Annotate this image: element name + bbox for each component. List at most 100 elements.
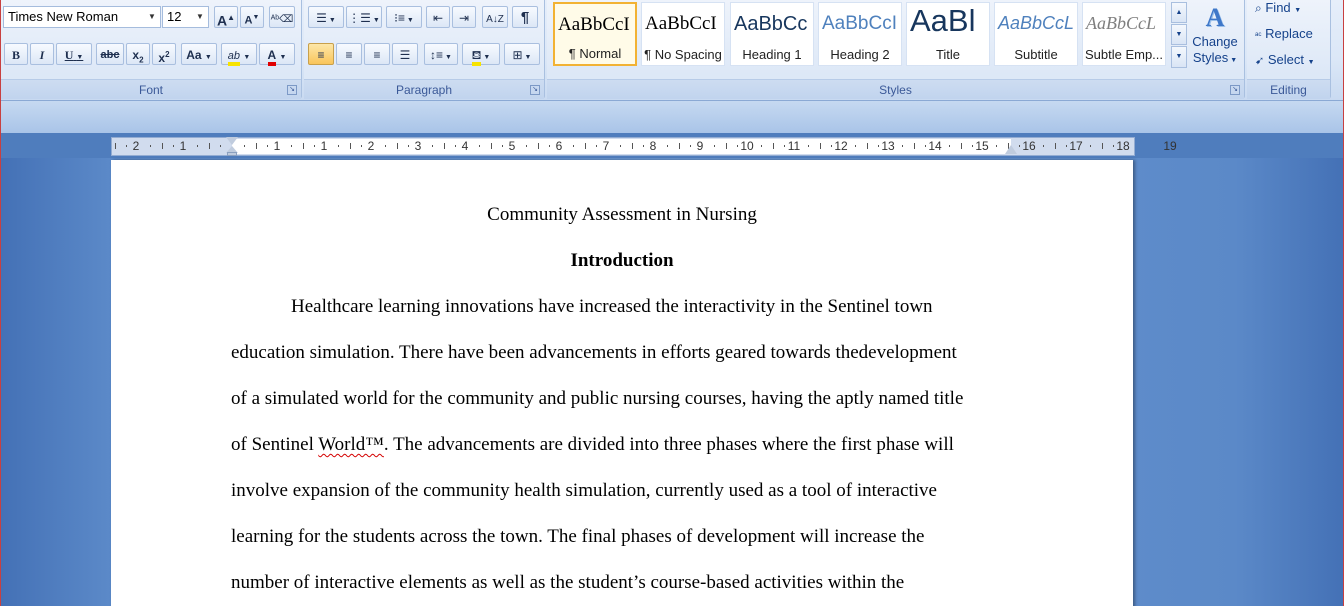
increase-indent-button[interactable]: ⇥ — [452, 6, 476, 28]
change-styles-button[interactable]: A Change Styles ▼ — [1189, 2, 1241, 76]
borders-button[interactable]: ⊞ ▼ — [504, 43, 540, 65]
ruler-tick — [632, 143, 633, 149]
strikethrough-button[interactable]: abc — [96, 43, 124, 65]
ruler-number: 14 — [928, 139, 942, 153]
chevron-down-icon[interactable]: ▼ — [481, 54, 490, 61]
show-marks-button[interactable]: ¶ — [512, 6, 538, 28]
ruler-tick — [714, 145, 715, 147]
find-button[interactable]: ⌕ Find ▼ — [1255, 0, 1301, 18]
underline-button[interactable]: U ▼ — [56, 43, 92, 65]
clear-formatting-button[interactable]: ᴬᵇ⌫ — [269, 6, 295, 28]
chevron-down-icon[interactable]: ▼ — [280, 54, 287, 61]
chevron-down-icon[interactable]: ▼ — [371, 17, 380, 24]
align-left-button[interactable]: ≡ — [308, 43, 334, 65]
font-size-combo[interactable]: 12 ▼ — [162, 6, 209, 28]
chevron-down-icon[interactable]: ▼ — [76, 53, 83, 61]
grow-font-button[interactable]: A▲ — [214, 6, 238, 29]
align-center-button[interactable]: ≡ — [336, 43, 362, 65]
italic-button[interactable]: I — [30, 43, 54, 65]
gallery-scroll-down-button[interactable]: ▼ — [1171, 24, 1187, 45]
style-title[interactable]: AaBl Title — [906, 2, 990, 66]
shrink-font-button[interactable]: A▼ — [240, 6, 264, 28]
superscript-button[interactable]: x2 — [152, 43, 176, 65]
left-indent-box[interactable] — [227, 152, 237, 156]
align-left-icon: ≡ — [317, 48, 325, 62]
gallery-more-button[interactable]: ▼ — [1171, 46, 1187, 68]
line-spacing-button[interactable]: ↕≡ ▼ — [424, 43, 458, 65]
bullets-button[interactable]: ☰ ▼ — [308, 6, 344, 28]
chevron-down-icon[interactable]: ▼ — [443, 54, 452, 61]
justify-icon: ☰ — [399, 48, 411, 62]
style-sample: AaBl — [910, 3, 976, 38]
ruler-number: 12 — [834, 139, 848, 153]
first-line-indent-marker[interactable] — [226, 137, 238, 145]
document-workspace: Community Assessment in Nursing Introduc… — [1, 158, 1343, 606]
select-button[interactable]: ➹ Select ▼ — [1255, 52, 1315, 70]
styles-dialog-launcher-icon[interactable]: ↘ — [1230, 85, 1240, 95]
style-subtitle[interactable]: AaBbCcL Subtitle — [994, 2, 1078, 66]
ruler-number: 15 — [975, 139, 989, 153]
style-heading-1[interactable]: AaBbCc Heading 1 — [730, 2, 814, 66]
eraser-icon: ᴬᵇ⌫ — [270, 14, 294, 25]
change-case-button[interactable]: Aa ▼ — [181, 43, 217, 65]
replace-icon: ᵃᶜ — [1255, 30, 1262, 40]
chevron-down-icon[interactable]: ▼ — [146, 7, 158, 27]
gallery-scroll-up-button[interactable]: ▲ — [1171, 2, 1187, 23]
ribbon: Times New Roman ▼ 12 ▼ A▲ A▼ ᴬᵇ⌫ B I U ▼… — [1, 0, 1343, 101]
ruler-tick — [549, 145, 550, 147]
chevron-down-icon[interactable]: ▼ — [205, 54, 212, 61]
subscript-button[interactable]: x2 — [126, 43, 150, 65]
ruler-tick — [291, 145, 292, 147]
chevron-down-icon[interactable]: ▼ — [523, 54, 532, 61]
align-right-button[interactable]: ≡ — [364, 43, 390, 65]
chevron-down-icon[interactable]: ▼ — [405, 17, 414, 24]
ruler-tick — [667, 145, 668, 147]
shading-button[interactable]: ⛾ ▼ — [462, 43, 500, 66]
style-no-spacing[interactable]: AaBbCcI ¶ No Spacing — [641, 2, 725, 66]
ruler-tick — [831, 145, 832, 147]
style-heading-2[interactable]: AaBbCcI Heading 2 — [818, 2, 902, 66]
ruler-tick — [1102, 143, 1103, 149]
bold-button[interactable]: B — [4, 43, 28, 65]
sort-button[interactable]: A↓Z — [482, 6, 508, 28]
ruler-tick — [502, 145, 503, 147]
chevron-down-icon[interactable]: ▼ — [327, 17, 336, 24]
font-dialog-launcher-icon[interactable]: ↘ — [287, 85, 297, 95]
chevron-down-icon[interactable]: ▼ — [243, 54, 250, 61]
body-text: of Sentinel — [231, 434, 319, 455]
document-page[interactable]: Community Assessment in Nursing Introduc… — [111, 160, 1133, 606]
ruler-tick — [1066, 145, 1067, 147]
multilevel-list-button[interactable]: ⁝≡ ▼ — [386, 6, 422, 28]
horizontal-ruler[interactable]: 2 1 1 1 2 3 4 5 6 7 8 9 10 11 12 13 14 15 16 17 18 19 — [111, 137, 1177, 156]
chevron-down-icon[interactable]: ▼ — [1294, 7, 1301, 14]
ruler-tick — [526, 145, 527, 147]
highlighter-icon: ab — [227, 50, 240, 66]
font-color-button[interactable]: A ▼ — [259, 43, 295, 66]
chevron-down-icon[interactable]: ▼ — [194, 7, 206, 27]
paragraph-dialog-launcher-icon[interactable]: ↘ — [530, 85, 540, 95]
ruler-tick — [115, 143, 116, 149]
ruler-tick — [878, 145, 879, 147]
body-line: involve expansion of the community healt… — [231, 480, 937, 501]
paint-bucket-icon: ⛾ — [471, 49, 482, 66]
ruler-tick — [256, 143, 257, 149]
bullet-list-icon: ☰ — [316, 11, 327, 25]
ruler-tick — [820, 143, 821, 149]
spelling-error-word[interactable]: World™ — [318, 434, 384, 455]
justify-button[interactable]: ☰ — [392, 43, 418, 65]
style-sample: AaBbCc — [734, 13, 808, 35]
ruler-tick — [996, 145, 997, 147]
ruler-tick — [220, 145, 221, 147]
highlight-button[interactable]: ab ▼ — [221, 43, 257, 66]
right-indent-marker[interactable] — [1005, 145, 1017, 154]
paragraph-group: ☰ ▼ ⋮☰ ▼ ⁝≡ ▼ ⇤ ⇥ A↓Z ¶ ≡ ≡ ≡ ☰ ↕≡ ▼ ⛾ ▼… — [304, 0, 545, 99]
style-normal[interactable]: AaBbCcI ¶ Normal — [553, 2, 637, 66]
chevron-down-icon[interactable]: ▼ — [1308, 59, 1315, 66]
style-subtle-emphasis[interactable]: AaBbCcL Subtle Emp... — [1082, 2, 1166, 66]
decrease-indent-button[interactable]: ⇤ — [426, 6, 450, 28]
numbering-button[interactable]: ⋮☰ ▼ — [346, 6, 382, 28]
font-name-combo[interactable]: Times New Roman ▼ — [3, 6, 161, 28]
replace-button[interactable]: ᵃᶜ Replace — [1255, 26, 1313, 44]
pilcrow-icon: ¶ — [520, 9, 530, 26]
ruler-number: 9 — [696, 139, 704, 153]
